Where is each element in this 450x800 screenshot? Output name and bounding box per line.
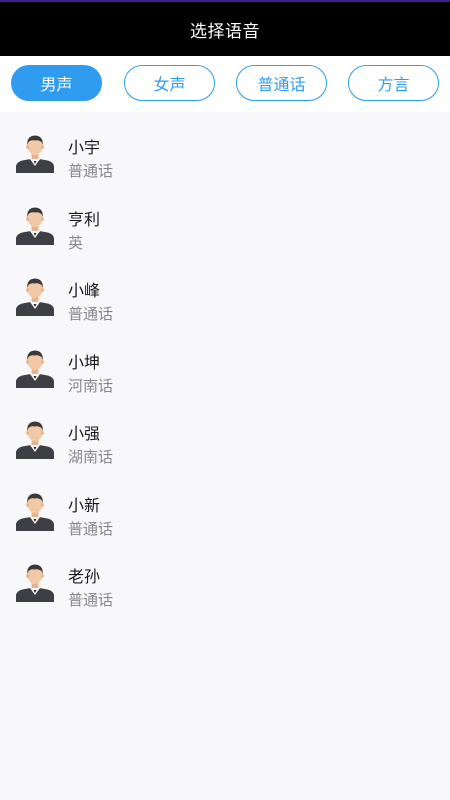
male-avatar-icon: [16, 350, 54, 388]
male-avatar-icon: [16, 135, 54, 173]
voice-dialect: 湖南话: [68, 448, 114, 466]
tab-mandarin[interactable]: 普通话: [236, 65, 327, 101]
voice-list-item[interactable]: 亨利 英: [0, 184, 450, 256]
voice-list-item[interactable]: 小强 湖南话: [0, 398, 450, 470]
tab-dialect[interactable]: 方言: [348, 65, 439, 101]
voice-name: 小峰: [68, 281, 101, 300]
voice-list-item[interactable]: 小坤 河南话: [0, 327, 450, 399]
voice-list-item[interactable]: 小新 普通话: [0, 470, 450, 542]
male-avatar-icon: [16, 421, 54, 459]
voice-dialect: 英: [68, 233, 84, 252]
voice-dialect: 河南话: [68, 376, 114, 395]
voice-list-item[interactable]: 小宇 普通话: [0, 112, 450, 184]
voice-list-item[interactable]: 小峰 普通话: [0, 255, 450, 327]
voice-list: 小宇 普通话 亨利 英 小峰 普通话 小坤 河南话 小强 湖南话 小新 普通话 …: [0, 112, 450, 613]
voice-dialect: 普通话: [68, 591, 114, 609]
voice-name: 小宇: [68, 138, 101, 157]
voice-dialect: 普通话: [68, 162, 114, 180]
tab-female-voice[interactable]: 女声: [124, 65, 215, 101]
voice-filter-tabs: 男声 女声 普通话 方言: [0, 56, 450, 112]
voice-dialect: 普通话: [68, 305, 114, 323]
page-title: 选择语音: [190, 21, 260, 42]
voice-name: 小强: [68, 424, 101, 443]
app-header: 选择语音: [0, 0, 450, 56]
male-avatar-icon: [16, 493, 54, 531]
voice-name: 老孙: [68, 567, 101, 586]
voice-name: 小新: [68, 495, 101, 515]
voice-name: 小坤: [68, 352, 101, 372]
voice-list-item[interactable]: 老孙 普通话: [0, 541, 450, 613]
male-avatar-icon: [16, 278, 54, 316]
voice-name: 亨利: [68, 209, 101, 229]
tab-male-voice[interactable]: 男声: [11, 65, 102, 101]
male-avatar-icon: [16, 207, 54, 245]
app-root: 选择语音 男声 女声 普通话 方言 小宇 普通话 亨利 英 小峰 普通话 小坤 …: [0, 0, 450, 800]
voice-dialect: 普通话: [68, 519, 114, 538]
male-avatar-icon: [16, 564, 54, 602]
